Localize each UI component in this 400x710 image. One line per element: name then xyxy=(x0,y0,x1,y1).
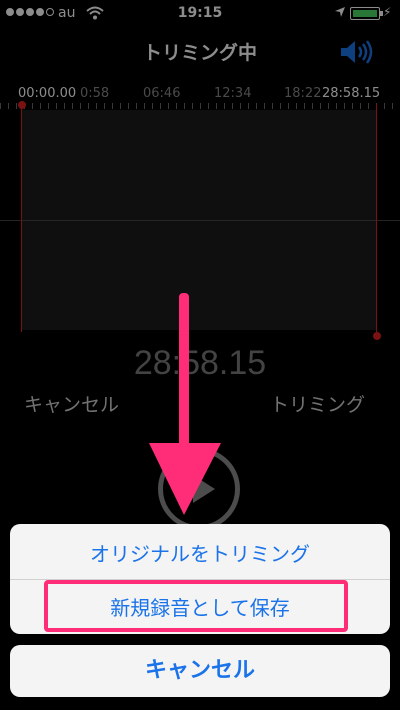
action-sheet-cancel-button[interactable]: キャンセル xyxy=(10,645,390,697)
annotation-arrow-icon xyxy=(149,293,221,515)
trim-original-option[interactable]: オリジナルをトリミング xyxy=(10,538,390,567)
annotation-highlight-box xyxy=(44,580,348,632)
